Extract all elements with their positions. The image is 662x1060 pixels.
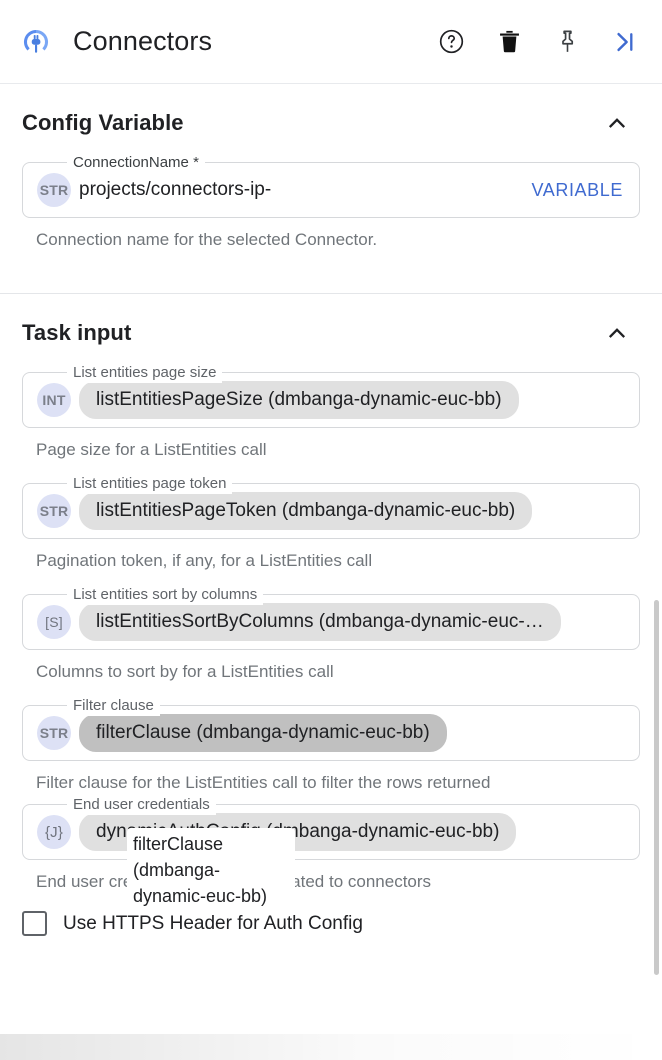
variable-chip[interactable]: listEntitiesPageSize (dmbanga-dynamic-eu… — [79, 381, 519, 419]
field-help-text: Columns to sort by for a ListEntities ca… — [36, 661, 640, 683]
field-box[interactable]: End user credentials {J} dynamicAuthConf… — [22, 804, 640, 860]
field-label: End user credentials — [67, 795, 216, 815]
panel-body: Config Variable ConnectionName * STR pro… — [0, 84, 662, 1060]
variable-chip[interactable]: listEntitiesSortByColumns (dmbanga-dynam… — [79, 603, 561, 641]
type-badge-str: STR — [37, 173, 71, 207]
section-title: Config Variable — [22, 110, 184, 136]
checkbox-box[interactable] — [22, 911, 47, 936]
type-badge-string-array: [S] — [37, 605, 71, 639]
panel-header: Connectors — [0, 0, 662, 84]
type-badge-json: {J} — [37, 815, 71, 849]
scrollbar-thumb[interactable] — [654, 600, 659, 975]
field-label: List entities sort by columns — [67, 585, 263, 605]
section-header-config-variable[interactable]: Config Variable — [22, 84, 640, 140]
field-filter-clause: Filter clause STR filterClause (dmbanga-… — [22, 683, 640, 794]
chevron-up-icon[interactable] — [604, 320, 630, 346]
variable-button[interactable]: VARIABLE — [529, 176, 625, 205]
section-title: Task input — [22, 320, 131, 346]
variable-chip[interactable]: filterClause (dmbanga-dynamic-euc-bb) — [79, 714, 447, 752]
field-label: ConnectionName * — [67, 153, 205, 173]
checkbox-label: Use HTTPS Header for Auth Config — [63, 913, 363, 935]
field-label: List entities page token — [67, 474, 232, 494]
field-end-user-credentials: End user credentials {J} dynamicAuthConf… — [22, 794, 640, 893]
page-title: Connectors — [73, 26, 212, 57]
field-help-text: Page size for a ListEntities call — [36, 439, 640, 461]
type-badge-str: STR — [37, 494, 71, 528]
type-badge-str: STR — [37, 716, 71, 750]
field-list-entities-page-size: List entities page size INT listEntities… — [22, 350, 640, 461]
chevron-up-icon[interactable] — [604, 110, 630, 136]
section-header-task-input[interactable]: Task input — [22, 294, 640, 350]
connectors-config-panel: Connectors — [0, 0, 662, 1060]
field-help-text: Filter clause for the ListEntities call … — [36, 772, 640, 794]
variable-chip[interactable]: dynamicAuthConfig (dmbanga-dynamic-euc-b… — [79, 813, 516, 851]
type-badge-int: INT — [37, 383, 71, 417]
checkbox-use-https-header[interactable]: Use HTTPS Header for Auth Config — [0, 893, 662, 936]
variable-chip[interactable]: listEntitiesPageToken (dmbanga-dynamic-e… — [79, 492, 532, 530]
field-list-entities-page-token: List entities page token STR listEntitie… — [22, 461, 640, 572]
field-connection-name: ConnectionName * STR projects/connectors… — [22, 140, 640, 251]
connector-plug-icon — [20, 26, 52, 58]
field-box[interactable]: List entities sort by columns [S] listEn… — [22, 594, 640, 650]
pin-icon[interactable] — [552, 27, 582, 57]
connection-name-value[interactable]: projects/connectors-ip- — [79, 179, 529, 201]
section-task-input: Task input List entities page size INT l… — [0, 294, 662, 893]
field-list-entities-sort-by-columns: List entities sort by columns [S] listEn… — [22, 572, 640, 683]
delete-icon[interactable] — [494, 27, 524, 57]
help-icon[interactable] — [436, 27, 466, 57]
field-help-text: Connection name for the selected Connect… — [36, 229, 640, 251]
collapse-panel-icon[interactable] — [610, 27, 640, 57]
field-label: Filter clause — [67, 696, 160, 716]
field-box[interactable]: ConnectionName * STR projects/connectors… — [22, 162, 640, 218]
field-help-text: End user credentials to be propagated to… — [36, 871, 640, 893]
field-box[interactable]: List entities page token STR listEntitie… — [22, 483, 640, 539]
field-help-text: Pagination token, if any, for a ListEnti… — [36, 550, 640, 572]
field-label: List entities page size — [67, 363, 222, 383]
section-config-variable: Config Variable ConnectionName * STR pro… — [0, 84, 662, 251]
field-box[interactable]: Filter clause STR filterClause (dmbanga-… — [22, 705, 640, 761]
field-box[interactable]: List entities page size INT listEntities… — [22, 372, 640, 428]
header-actions — [436, 27, 640, 57]
